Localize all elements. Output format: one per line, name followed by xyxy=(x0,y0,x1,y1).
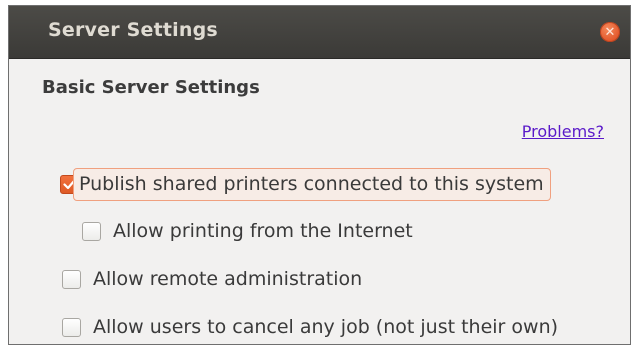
publish-shared-printers-option[interactable]: Publish shared printers connected to thi… xyxy=(60,168,551,201)
close-button[interactable]: ✕ xyxy=(600,22,620,42)
allow-printing-internet-checkbox[interactable] xyxy=(82,221,101,241)
section-title: Basic Server Settings xyxy=(42,77,260,98)
allow-printing-internet-option[interactable]: Allow printing from the Internet xyxy=(82,220,413,242)
window-title: Server Settings xyxy=(48,19,218,41)
title-bar[interactable]: Server Settings ✕ xyxy=(9,6,630,59)
problems-link[interactable]: Problems? xyxy=(522,122,604,141)
allow-cancel-any-job-label: Allow users to cancel any job (not just … xyxy=(93,316,559,338)
allow-printing-internet-label: Allow printing from the Internet xyxy=(113,220,413,242)
allow-cancel-any-job-checkbox[interactable] xyxy=(62,317,81,337)
server-settings-dialog: Server Settings ✕ Basic Server Settings … xyxy=(8,5,631,345)
publish-shared-printers-label: Publish shared printers connected to thi… xyxy=(73,168,551,201)
allow-remote-admin-checkbox[interactable] xyxy=(62,269,81,289)
allow-remote-admin-option[interactable]: Allow remote administration xyxy=(62,268,362,290)
allow-cancel-any-job-option[interactable]: Allow users to cancel any job (not just … xyxy=(62,316,558,338)
close-icon: ✕ xyxy=(604,24,616,40)
dialog-content: Basic Server Settings Problems? Publish … xyxy=(9,59,630,344)
allow-remote-admin-label: Allow remote administration xyxy=(93,268,363,290)
